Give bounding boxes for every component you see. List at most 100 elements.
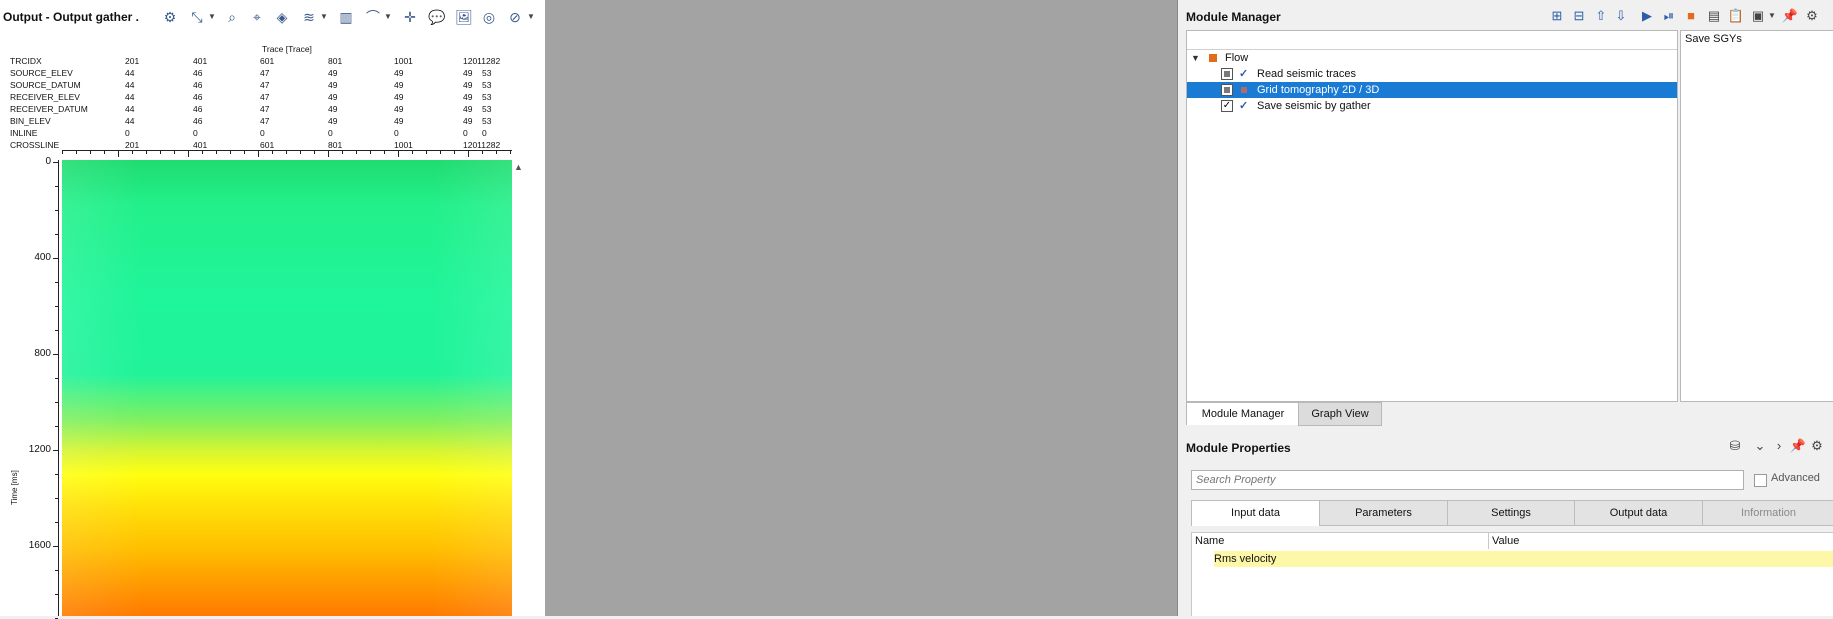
header-field-value: 53	[482, 116, 492, 126]
header-field-value: 47	[260, 80, 270, 90]
tab-graph-view[interactable]: Graph View	[1298, 402, 1382, 426]
module-checkbox[interactable]	[1221, 68, 1233, 80]
property-row-rms-velocity[interactable]: Rms velocity	[1214, 551, 1833, 567]
move-down-icon[interactable]: ⇩	[1612, 7, 1630, 25]
header-field-name: RECEIVER_DATUM	[10, 104, 88, 114]
expand-arrow-icon[interactable]: ▼	[1191, 50, 1200, 66]
tree-item-flow[interactable]: ▼ Flow	[1187, 50, 1677, 66]
disabled-square-icon	[1241, 87, 1247, 93]
advanced-label: Advanced	[1771, 472, 1820, 484]
x-axis-tick	[258, 151, 259, 157]
chevron-down-icon[interactable]: ▼	[527, 7, 535, 27]
header-field-value: 44	[125, 68, 135, 78]
compass-icon[interactable]: ⊘	[505, 7, 525, 27]
x-axis-tick	[468, 151, 469, 157]
settings-icon[interactable]: ⚙	[1808, 437, 1826, 455]
header-field-value: 47	[260, 92, 270, 102]
column-header-name: Name	[1195, 535, 1225, 547]
chevron-right-icon[interactable]: ›	[1770, 437, 1788, 455]
header-field-value: 46	[193, 92, 203, 102]
scroll-up-arrow-icon[interactable]: ▲	[514, 162, 523, 172]
pin-icon[interactable]: 📌	[1789, 437, 1807, 455]
header-field-name: BIN_ELEV	[10, 116, 51, 126]
chevron-down-icon[interactable]: ▼	[320, 7, 328, 27]
run-icon[interactable]: ▶	[1638, 7, 1656, 25]
header-field-value: 53	[482, 92, 492, 102]
chevron-down-icon[interactable]: ⌄	[1751, 437, 1769, 455]
header-field-value: 53	[482, 68, 492, 78]
header-field-value: 801	[328, 56, 343, 66]
x-axis-tick	[328, 151, 329, 157]
header-field-value: 47	[260, 68, 270, 78]
layout-icon[interactable]: ▣	[1749, 7, 1767, 25]
x-axis-tick	[202, 151, 203, 154]
header-field-value: 49	[328, 116, 338, 126]
y-axis-minor-tick	[55, 258, 58, 259]
header-field-value: 44	[125, 80, 135, 90]
advanced-checkbox[interactable]	[1754, 474, 1767, 487]
x-axis-tick	[482, 151, 483, 154]
tab-input-data[interactable]: Input data	[1191, 500, 1320, 526]
x-axis-tick	[286, 151, 287, 154]
module-checkbox[interactable]: ✓	[1221, 100, 1233, 112]
remove-module-icon[interactable]: ⊟	[1570, 7, 1588, 25]
header-field-value: 47	[260, 116, 270, 126]
chevron-down-icon[interactable]: ▼	[208, 7, 216, 27]
search-property-input[interactable]	[1191, 470, 1744, 490]
column-header-value: Value	[1492, 535, 1520, 547]
add-module-icon[interactable]: ⊞	[1548, 7, 1566, 25]
x-axis-tick	[104, 151, 105, 154]
header-field-name: TRCIDX	[10, 56, 42, 66]
pick-tool-icon[interactable]: ⌖	[247, 7, 267, 27]
header-field-value: 0	[394, 128, 399, 138]
database-icon[interactable]: ⛁	[1726, 437, 1744, 455]
y-axis-minor-tick	[55, 474, 58, 475]
tab-information[interactable]: Information	[1702, 500, 1833, 526]
header-field-value: 49	[394, 80, 404, 90]
x-axis-tick	[412, 151, 413, 154]
pin-icon[interactable]: 📌	[1781, 7, 1799, 25]
zoom-search-icon[interactable]: ⌕	[222, 7, 242, 27]
header-field-value: 601	[260, 56, 275, 66]
crosshair-icon[interactable]: ✛	[400, 7, 420, 27]
x-axis-tick	[342, 151, 343, 154]
chevron-down-icon[interactable]: ▼	[1767, 7, 1777, 25]
settings-icon[interactable]: ⚙	[1803, 7, 1821, 25]
property-grid-header: Name Value	[1191, 532, 1833, 550]
x-axis-tick	[384, 151, 385, 154]
move-up-icon[interactable]: ⇧	[1592, 7, 1610, 25]
y-axis-minor-tick	[55, 522, 58, 523]
tree-item-grid-tomography[interactable]: Grid tomography 2D / 3D	[1187, 82, 1677, 98]
y-axis-minor-tick	[55, 402, 58, 403]
image-export-icon[interactable]: 🖼	[454, 7, 474, 27]
chevron-down-icon[interactable]: ▼	[384, 7, 392, 27]
stop-icon[interactable]: ■	[1682, 7, 1700, 25]
velocity-section-image[interactable]	[62, 160, 512, 616]
y-axis-minor-tick	[55, 570, 58, 571]
tab-module-manager[interactable]: Module Manager	[1186, 402, 1300, 425]
header-plot-icon[interactable]: ▥	[336, 7, 356, 27]
magnifier-icon[interactable]: ◎	[479, 7, 499, 27]
tab-settings[interactable]: Settings	[1447, 500, 1575, 526]
comment-icon[interactable]: 💬	[427, 7, 447, 27]
wiggle-display-icon[interactable]: ≋	[299, 7, 319, 27]
tree-item-label: Grid tomography 2D / 3D	[1257, 84, 1380, 96]
clipboard-icon[interactable]: 📋	[1727, 7, 1745, 25]
header-field-value: 49	[394, 104, 404, 114]
tab-output-data[interactable]: Output data	[1574, 500, 1703, 526]
y-axis-tick-label: 800	[34, 348, 51, 359]
header-field-value: 53	[482, 80, 492, 90]
log-icon[interactable]: ▤	[1705, 7, 1723, 25]
run-step-icon[interactable]: ⏯	[1660, 7, 1678, 25]
tree-item-save-seismic[interactable]: ✓ ✓ Save seismic by gather	[1187, 98, 1677, 114]
module-checkbox[interactable]	[1221, 84, 1233, 96]
layers-icon[interactable]: ◈	[272, 7, 292, 27]
header-field-value: 44	[125, 104, 135, 114]
header-field-value: 49	[328, 68, 338, 78]
chart-icon[interactable]: ⌒	[363, 7, 383, 27]
settings-gear-icon[interactable]: ⚙	[160, 7, 180, 27]
tab-parameters[interactable]: Parameters	[1319, 500, 1448, 526]
zoom-extent-icon[interactable]: ⤡	[187, 7, 207, 27]
x-axis-tick	[216, 151, 217, 154]
tree-item-read-seismic[interactable]: ✓ Read seismic traces	[1187, 66, 1677, 82]
